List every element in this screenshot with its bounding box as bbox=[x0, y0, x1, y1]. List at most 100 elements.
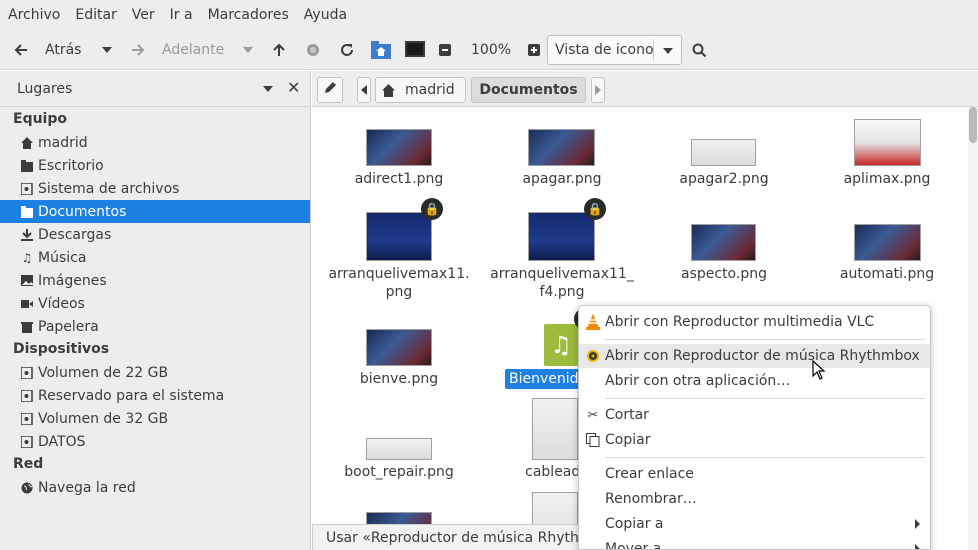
up-arrow-icon[interactable] bbox=[271, 30, 287, 70]
drive-icon bbox=[20, 435, 34, 449]
forward-history-dropdown-icon[interactable] bbox=[242, 30, 254, 70]
path-home-button[interactable]: madrid bbox=[375, 77, 466, 103]
file-thumbnail[interactable] bbox=[366, 129, 432, 166]
music-note-icon: ♫ bbox=[21, 250, 33, 265]
sidebar-item-videos[interactable]: Vídeos bbox=[0, 292, 310, 315]
forward-button[interactable]: Adelante bbox=[162, 30, 224, 70]
file-thumbnail[interactable] bbox=[691, 224, 756, 261]
vertical-scrollbar[interactable] bbox=[968, 107, 978, 550]
menu-item-open-other[interactable]: Abrir con otra aplicación… bbox=[579, 369, 930, 393]
file-label[interactable]: apagar.png bbox=[487, 170, 637, 188]
menu-item-move-to[interactable]: Mover a bbox=[579, 537, 930, 549]
trash-icon bbox=[20, 320, 34, 334]
context-menu: Abrir con Reproductor multimedia VLC Abr… bbox=[578, 305, 931, 550]
home-icon bbox=[20, 136, 34, 150]
file-thumbnail[interactable] bbox=[528, 129, 595, 166]
sidebar-item-musica[interactable]: ♫ Música bbox=[0, 246, 310, 269]
sidebar-mode-dropdown-icon[interactable] bbox=[263, 86, 273, 92]
menu-ayuda[interactable]: Ayuda bbox=[304, 7, 347, 23]
section-dispositivos: Dispositivos bbox=[13, 341, 110, 357]
section-equipo: Equipo bbox=[13, 111, 67, 127]
sidebar-item-datos[interactable]: DATOS bbox=[0, 430, 310, 453]
zoom-in-icon[interactable] bbox=[527, 30, 541, 70]
zoom-level: 100% bbox=[471, 42, 512, 58]
menu-item-copy-to[interactable]: Copiar a bbox=[579, 512, 930, 536]
video-icon bbox=[20, 297, 34, 311]
file-thumbnail[interactable] bbox=[854, 224, 921, 261]
back-history-dropdown-icon[interactable] bbox=[101, 30, 113, 70]
sidebar: Lugares ✕ Equipo madrid Escritorio Siste… bbox=[0, 71, 311, 550]
stop-icon[interactable] bbox=[304, 30, 322, 70]
chevron-right-icon bbox=[915, 519, 920, 529]
home-folder-icon[interactable] bbox=[370, 30, 392, 70]
sidebar-item-documentos[interactable]: Documentos bbox=[0, 200, 310, 223]
menu-item-copy[interactable]: Copiar bbox=[579, 428, 930, 452]
file-label[interactable]: apagar2.png bbox=[649, 170, 799, 188]
sidebar-item-descargas[interactable]: Descargas bbox=[0, 223, 310, 246]
back-button[interactable]: Atrás bbox=[45, 30, 81, 70]
sidebar-item-sistema-de-archivos[interactable]: Sistema de archivos bbox=[0, 177, 310, 200]
file-label[interactable]: boot_repair.png bbox=[324, 463, 474, 481]
scrollbar-thumb[interactable] bbox=[969, 107, 977, 143]
sidebar-item-papelera[interactable]: Papelera bbox=[0, 315, 310, 338]
toolbar: Atrás Adelante 100% Vista de icono bbox=[0, 30, 978, 70]
chevron-left-icon bbox=[361, 85, 367, 95]
download-icon bbox=[20, 228, 34, 242]
sidebar-item-volumen-22gb[interactable]: Volumen de 22 GB bbox=[0, 361, 310, 384]
menu-item-open-vlc[interactable]: Abrir con Reproductor multimedia VLC bbox=[579, 310, 930, 334]
forward-arrow-icon[interactable] bbox=[130, 30, 146, 70]
close-sidebar-icon[interactable]: ✕ bbox=[287, 78, 300, 97]
menu-ver[interactable]: Ver bbox=[132, 7, 155, 23]
lock-icon: 🔒 bbox=[421, 198, 443, 220]
network-globe-icon bbox=[20, 481, 34, 495]
sidebar-item-navega-la-red[interactable]: Navega la red bbox=[0, 476, 310, 499]
reload-icon[interactable] bbox=[338, 30, 356, 70]
file-label[interactable]: arranquelivemax11_ f4.png bbox=[487, 265, 637, 301]
view-mode-value: Vista de icono bbox=[555, 42, 654, 58]
file-label[interactable]: aplimax.png bbox=[812, 170, 962, 188]
zoom-out-icon[interactable] bbox=[438, 30, 452, 70]
file-label[interactable]: automati.png bbox=[812, 265, 962, 283]
path-documentos-button[interactable]: Documentos bbox=[471, 77, 586, 103]
sidebar-item-reservado[interactable]: Reservado para el sistema bbox=[0, 384, 310, 407]
file-thumbnail[interactable] bbox=[854, 119, 921, 166]
audio-file-icon[interactable]: ♫ bbox=[544, 324, 578, 366]
sidebar-item-volumen-32gb[interactable]: Volumen de 32 GB bbox=[0, 407, 310, 430]
menu-marcadores[interactable]: Marcadores bbox=[208, 7, 289, 23]
back-arrow-icon[interactable] bbox=[12, 30, 30, 70]
path-bar: madrid Documentos bbox=[312, 71, 978, 107]
file-thumbnail[interactable] bbox=[532, 398, 578, 460]
section-red: Red bbox=[13, 456, 44, 472]
menu-editar[interactable]: Editar bbox=[75, 7, 116, 23]
drive-icon bbox=[20, 389, 34, 403]
sidebar-item-imagenes[interactable]: Imágenes bbox=[0, 269, 310, 292]
file-label[interactable]: aspecto.png bbox=[649, 265, 799, 283]
file-thumbnail[interactable] bbox=[691, 139, 756, 166]
file-thumbnail[interactable] bbox=[366, 329, 432, 366]
menu-ir-a[interactable]: Ir a bbox=[170, 7, 193, 23]
file-label[interactable]: arranquelivemax11. png bbox=[324, 265, 474, 301]
file-label[interactable]: adirect1.png bbox=[324, 170, 474, 188]
file-thumbnail[interactable] bbox=[528, 212, 595, 261]
menu-item-create-link[interactable]: Crear enlace bbox=[579, 462, 930, 486]
status-bar: Usar «Reproductor de música Rhythmbox bbox=[312, 524, 592, 550]
menu-item-open-rhythmbox[interactable]: Abrir con Reproductor de música Rhythmbo… bbox=[579, 344, 930, 368]
terminal-icon[interactable] bbox=[404, 30, 426, 70]
documents-folder-icon bbox=[20, 205, 34, 219]
vlc-icon bbox=[585, 314, 601, 330]
file-thumbnail[interactable] bbox=[366, 212, 432, 261]
menu-item-rename[interactable]: Renombrar… bbox=[579, 487, 930, 511]
sidebar-item-escritorio[interactable]: Escritorio bbox=[0, 154, 310, 177]
image-icon bbox=[20, 274, 34, 288]
edit-location-button[interactable] bbox=[317, 77, 343, 103]
menu-archivo[interactable]: Archivo bbox=[8, 7, 60, 23]
file-thumbnail[interactable] bbox=[366, 438, 432, 460]
file-label[interactable]: bienve.png bbox=[324, 370, 474, 388]
view-mode-select[interactable]: Vista de icono bbox=[547, 35, 682, 65]
copy-icon bbox=[585, 432, 601, 448]
search-icon[interactable] bbox=[690, 30, 708, 70]
path-scroll-right-button[interactable] bbox=[591, 77, 605, 103]
menu-item-cut[interactable]: ✂ Cortar bbox=[579, 403, 930, 427]
sidebar-item-madrid[interactable]: madrid bbox=[0, 131, 310, 154]
path-scroll-left-button[interactable] bbox=[357, 77, 371, 103]
